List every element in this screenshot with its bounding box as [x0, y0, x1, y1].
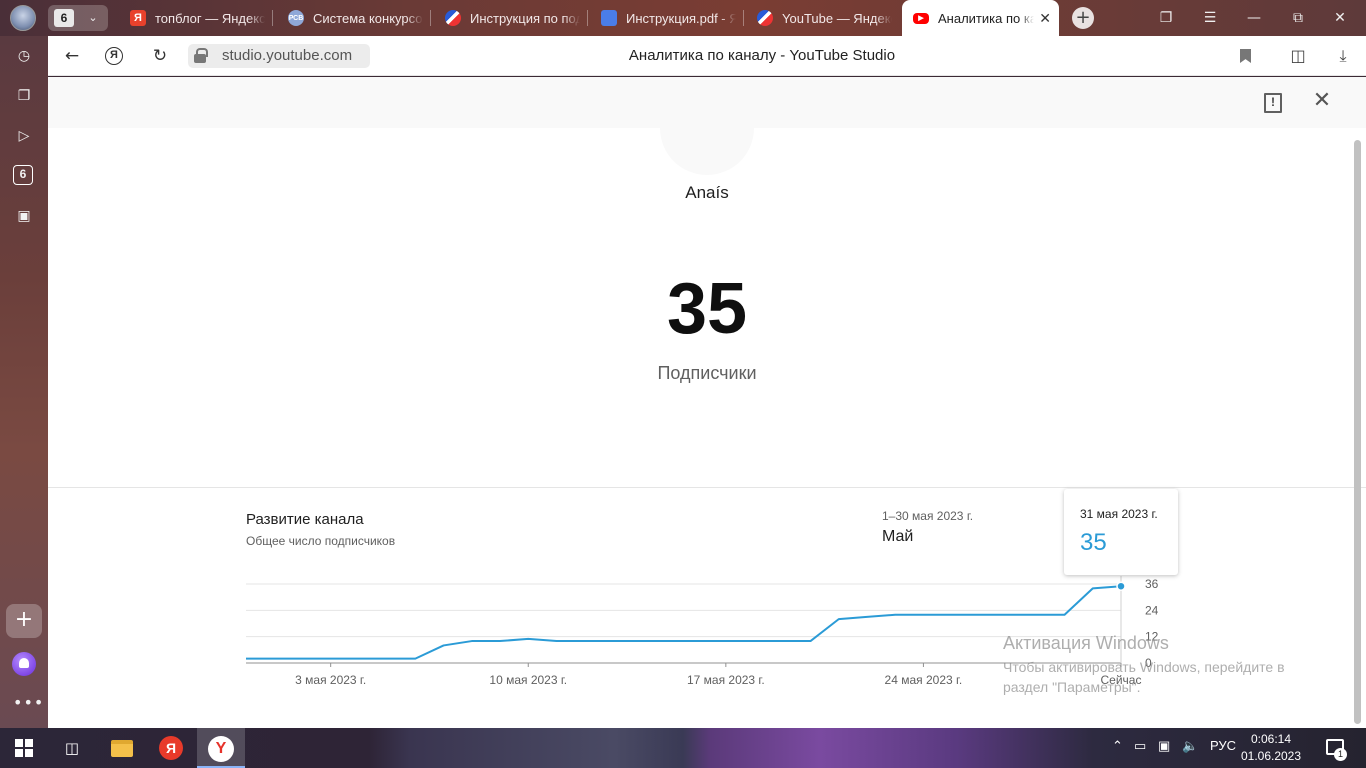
notification-count: 1: [1334, 748, 1347, 761]
restore-icon[interactable]: ⧉: [1288, 8, 1308, 28]
tab-separator: [430, 10, 431, 26]
battery-icon[interactable]: ▭: [1134, 738, 1146, 754]
tab-contest-system[interactable]: РСВ Система конкурсов: [288, 0, 428, 36]
subscriber-growth-chart[interactable]: 36241203 мая 2023 г. 10 мая 2023 г. 17 мая…: [48, 77, 1366, 728]
hover-point: [1116, 581, 1126, 591]
dart-icon: [757, 10, 773, 26]
tab-label: Система конкурсов: [313, 10, 423, 26]
collections-icon[interactable]: ❐: [13, 85, 35, 107]
taskbar: ◫ Я Y ⌃ ▭ ▣ 🔈 РУС 0:06:14 01.06.2023 1: [0, 728, 1366, 768]
lock-icon[interactable]: [194, 48, 208, 64]
clock-date: 01.06.2023: [1240, 749, 1302, 763]
tab-label: топблог — Яндекс: [155, 10, 265, 26]
chevron-up-icon[interactable]: ⌃: [1112, 738, 1123, 754]
language-indicator[interactable]: РУС: [1210, 738, 1236, 753]
task-view-icon[interactable]: ◫: [60, 736, 84, 760]
youtube-icon: ▶: [913, 12, 929, 24]
document-icon: [601, 10, 617, 26]
new-tab-button[interactable]: +: [1072, 7, 1094, 29]
browser-sidebar: ◷ ❐ ▷ 6 ▣ + •••: [0, 36, 48, 728]
url-field[interactable]: studio.youtube.com: [188, 44, 370, 68]
tab-count[interactable]: 6: [54, 9, 74, 27]
page-title: Аналитика по каналу - YouTube Studio: [628, 47, 896, 64]
close-window-icon[interactable]: ✕: [1330, 8, 1350, 28]
activation-watermark-title: Активация Windows: [1003, 633, 1169, 653]
close-tab-icon[interactable]: ✕: [1039, 10, 1051, 27]
yandex-browser-icon[interactable]: Y: [208, 736, 234, 762]
tab-separator: [587, 10, 588, 26]
play-icon[interactable]: ▷: [13, 125, 35, 147]
address-bar: ← Я ↻ studio.youtube.com Аналитика по ка…: [48, 36, 1366, 76]
x-tick-label: 17 мая 2023 г.: [687, 673, 765, 687]
series-line: [246, 585, 1122, 660]
yandex-home-icon[interactable]: Я: [105, 47, 123, 65]
tab-topblog[interactable]: Я топблог — Яндекс: [130, 0, 270, 36]
x-tick-label: 10 мая 2023 г.: [489, 673, 567, 687]
chevron-down-icon[interactable]: ⌄: [84, 9, 102, 27]
alice-icon[interactable]: [12, 652, 36, 676]
back-icon[interactable]: ←: [61, 45, 83, 67]
tooltip-date: 31 мая 2023 г.: [1080, 507, 1158, 521]
rsv-icon: РСВ: [288, 10, 304, 26]
extensions-icon[interactable]: ◫: [1287, 45, 1309, 67]
tab-youtube-yandex[interactable]: YouTube — Яндекс: [757, 0, 897, 36]
tab-label: Инструкция по под: [470, 10, 580, 26]
yandex-icon: Я: [130, 10, 146, 26]
bookmark-icon[interactable]: [1240, 49, 1251, 63]
analytics-page: ! ✕ Anaís 35 Подписчики Развитие канала …: [48, 77, 1366, 728]
tab-count-side[interactable]: 6: [13, 165, 33, 185]
add-panel-button[interactable]: +: [6, 604, 42, 638]
windows-start-icon[interactable]: [15, 739, 33, 757]
tab-separator: [743, 10, 744, 26]
tab-separator: [272, 10, 273, 26]
screenshot-icon[interactable]: ▣: [13, 205, 35, 227]
x-tick-label: 3 мая 2023 г.: [295, 673, 366, 687]
tab-label: YouTube — Яндекс: [782, 10, 892, 26]
clock[interactable]: 0:06:14 01.06.2023: [1236, 731, 1306, 765]
tab-instruction-pdf[interactable]: Инструкция.pdf - Я: [601, 0, 741, 36]
reload-icon[interactable]: ↻: [149, 45, 171, 67]
volume-icon[interactable]: 🔈: [1182, 738, 1198, 754]
tab-bar: 6 ⌄ Я топблог — Яндекс РСВ Система конку…: [0, 0, 1366, 36]
network-icon[interactable]: ▣: [1158, 738, 1170, 754]
tab-label: Аналитика по кана: [938, 10, 1034, 26]
clock-time: 0:06:14: [1250, 732, 1292, 746]
tooltip-value: 35: [1080, 529, 1107, 556]
more-icon[interactable]: •••: [13, 692, 43, 714]
profile-avatar[interactable]: [10, 5, 36, 31]
tab-label: Инструкция.pdf - Я: [626, 10, 736, 26]
chart-tooltip: 31 мая 2023 г. 35: [1064, 489, 1178, 575]
x-tick-label: 24 мая 2023 г.: [885, 673, 963, 687]
y-tick-label: 24: [1145, 603, 1159, 617]
yandex-app-icon[interactable]: Я: [159, 736, 183, 760]
menu-icon[interactable]: ☰: [1200, 8, 1220, 28]
scrollbar[interactable]: [1354, 140, 1361, 724]
history-icon[interactable]: ◷: [13, 45, 35, 67]
tab-analytics-active[interactable]: ▶ Аналитика по кана ✕: [902, 0, 1059, 36]
tab-instruction[interactable]: Инструкция по под: [445, 0, 585, 36]
minimize-icon[interactable]: —: [1244, 8, 1264, 28]
dart-icon: [445, 10, 461, 26]
collections-icon[interactable]: ❐: [1156, 8, 1176, 28]
file-explorer-icon[interactable]: [111, 740, 133, 757]
y-tick-label: 36: [1145, 577, 1159, 591]
activation-watermark-text: Чтобы активировать Windows, перейдите в …: [1003, 659, 1285, 695]
download-icon[interactable]: ⤓: [1332, 45, 1354, 67]
